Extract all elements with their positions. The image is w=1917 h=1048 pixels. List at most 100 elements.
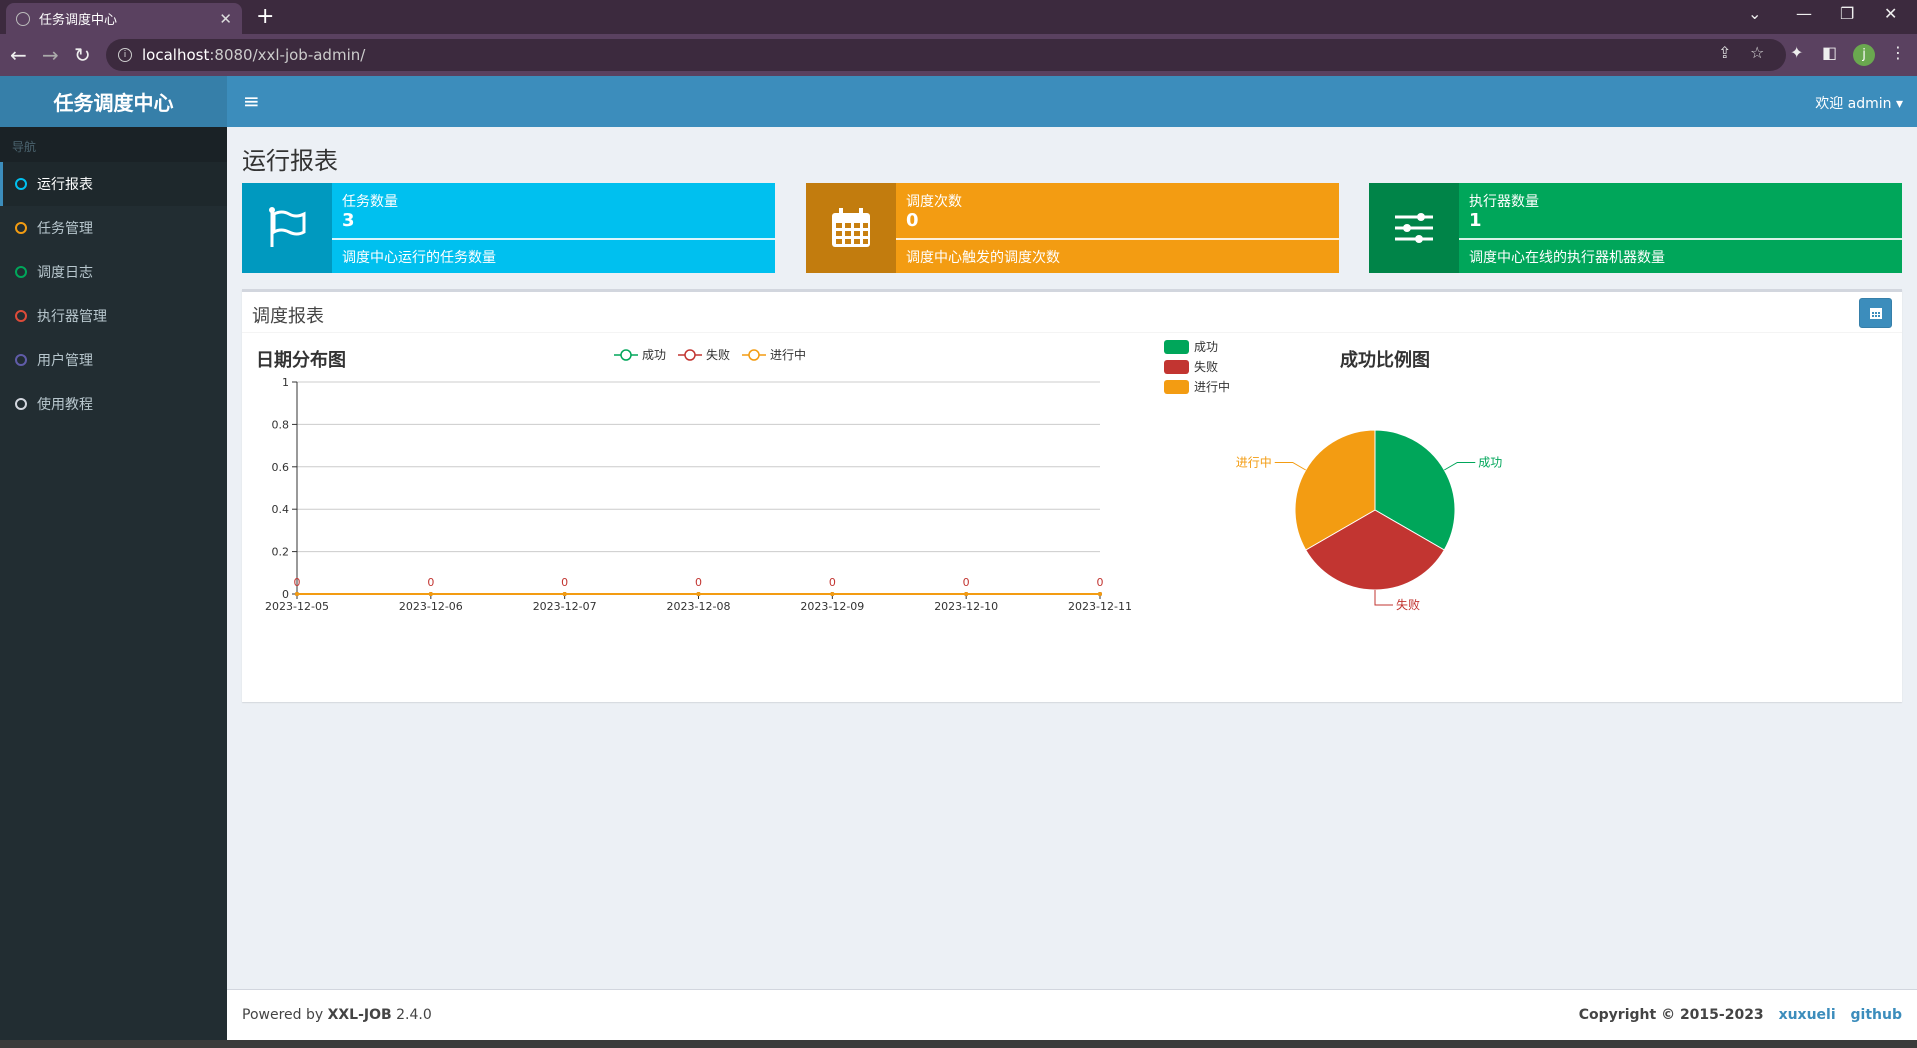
line-chart: 0 0.2 0.4 0.6 0.8 1 2023-12-05 2023-12-06 2023-1… (265, 376, 1132, 613)
browser-menu-icon[interactable]: ⋮ (1890, 43, 1906, 62)
legend-item-fail[interactable]: 失败 (678, 346, 730, 363)
author-link[interactable]: xuxueli (1779, 1007, 1836, 1023)
pie-label-line (1274, 462, 1306, 471)
legend-item-running[interactable]: 进行中 (742, 346, 806, 363)
legend-item-success[interactable]: 成功 (614, 346, 666, 363)
line-chart-title: 日期分布图 (256, 350, 346, 371)
data-label: 0 (1097, 576, 1104, 589)
data-label: 0 (427, 576, 434, 589)
os-taskbar (0, 1040, 1917, 1048)
data-point (562, 592, 567, 596)
site-info-icon[interactable]: i (118, 48, 132, 62)
legend-item-success[interactable]: 成功 (1164, 338, 1218, 355)
legend-label: 成功 (1194, 340, 1219, 354)
sidebar-item-run-report[interactable]: 运行报表 (0, 162, 227, 206)
address-bar[interactable]: i localhost:8080/xxl-job-admin/ (106, 39, 1786, 71)
calendar-icon (806, 183, 896, 273)
legend-item-running[interactable]: 进行中 (1164, 378, 1230, 395)
profile-avatar[interactable]: j (1853, 44, 1875, 66)
version: 2.4.0 (391, 1007, 432, 1023)
browser-tabbar: 任务调度中心 ✕ + ⌄ — ❐ ✕ (0, 0, 1917, 34)
powered-name: XXL-JOB (327, 1007, 392, 1023)
sidebar-item-label: 任务管理 (37, 221, 93, 237)
footer-copyright: Copyright © 2015-2023 xuxueli github (1579, 1007, 1902, 1023)
back-icon[interactable]: ← (10, 43, 27, 67)
sidebar-item-job-manage[interactable]: 任务管理 (0, 206, 227, 250)
legend-item-fail[interactable]: 失败 (1164, 358, 1218, 375)
tab-title: 任务调度中心 (39, 13, 118, 28)
close-window-icon[interactable]: ✕ (1884, 4, 1897, 23)
data-point (295, 592, 299, 596)
extensions-icon[interactable]: ✦ (1790, 43, 1803, 62)
divider (242, 332, 1902, 333)
pie-label: 成功 (1478, 456, 1502, 470)
legend-label: 进行中 (770, 348, 807, 362)
info-box-executor-count: 执行器数量 1 调度中心在线的执行器机器数量 (1369, 183, 1902, 273)
y-tick-label: 0.8 (272, 418, 290, 431)
sidebar-item-label: 执行器管理 (37, 309, 107, 325)
github-link[interactable]: github (1851, 1007, 1902, 1023)
pie-label-line (1374, 590, 1393, 606)
y-tick-label: 0.4 (272, 503, 290, 516)
data-point (696, 592, 701, 596)
data-label: 0 (561, 576, 568, 589)
url-host: localhost (142, 46, 210, 64)
data-label: 0 (695, 576, 702, 589)
browser-toolbar: ← → ↻ i localhost:8080/xxl-job-admin/ ⇪ … (0, 34, 1917, 76)
legend-label: 成功 (642, 348, 667, 362)
reload-icon[interactable]: ↻ (74, 43, 91, 67)
progress-bar (896, 238, 1339, 240)
info-box-trigger-count: 调度次数 0 调度中心触发的调度次数 (806, 183, 1339, 273)
user-menu[interactable]: 欢迎 admin ▾ (1815, 93, 1903, 113)
top-navbar: ≡ 欢迎 admin ▾ (227, 76, 1917, 127)
app-logo[interactable]: 任务调度中心 (0, 76, 227, 127)
new-tab-icon[interactable]: + (256, 4, 274, 29)
sidebar-toggle-icon[interactable]: ≡ (243, 89, 260, 113)
flag-icon (242, 183, 332, 273)
bookmark-star-icon[interactable]: ☆ (1750, 43, 1764, 62)
x-tick-label: 2023-12-11 (1068, 600, 1132, 613)
data-label: 0 (829, 576, 836, 589)
data-point (964, 592, 969, 596)
main-content: 运行报表 任务数量 3 调度中心运行的任务数量 调度次数 0 调度中心触发的调度… (227, 127, 1917, 989)
circle-icon (15, 354, 27, 366)
sidebar-item-executor-manage[interactable]: 执行器管理 (0, 294, 227, 338)
x-tick-label: 2023-12-07 (533, 600, 597, 613)
share-icon[interactable]: ⇪ (1718, 43, 1731, 62)
restore-icon[interactable]: ❐ (1840, 4, 1854, 23)
minimize-icon[interactable]: — (1796, 4, 1812, 23)
side-panel-icon[interactable]: ◧ (1822, 43, 1837, 62)
circle-icon (15, 398, 27, 410)
forward-icon[interactable]: → (42, 43, 59, 67)
sidebar-item-user-manage[interactable]: 用户管理 (0, 338, 227, 382)
legend-label: 失败 (1194, 360, 1219, 374)
x-tick-label: 2023-12-08 (667, 600, 731, 613)
sidebar-item-label: 用户管理 (37, 353, 93, 369)
sidebar-item-label: 运行报表 (37, 177, 93, 193)
info-box-value: 0 (906, 210, 919, 231)
close-tab-icon[interactable]: ✕ (219, 10, 232, 28)
sidebar: 导航 运行报表 任务管理 调度日志 执行器管理 用户管理 使用教程 (0, 127, 227, 1048)
tab-search-icon[interactable]: ⌄ (1748, 4, 1761, 23)
pie-chart: 成功失败 进行中 (1236, 429, 1502, 612)
x-tick-label: 2023-12-09 (800, 600, 864, 613)
circle-icon (15, 178, 27, 190)
legend-swatch (1164, 359, 1189, 374)
data-point (428, 592, 433, 596)
progress-bar (332, 238, 775, 240)
y-tick-label: 1 (282, 376, 289, 389)
pie-chart-title: 成功比例图 (1340, 350, 1430, 371)
info-box-desc: 调度中心在线的执行器机器数量 (1469, 250, 1665, 266)
footer: Powered by XXL-JOB 2.4.0 Copyright © 201… (227, 989, 1917, 1040)
x-tick-label: 2023-12-06 (399, 600, 463, 613)
legend-swatch (1164, 339, 1189, 354)
sidebar-item-schedule-log[interactable]: 调度日志 (0, 250, 227, 294)
info-box-title: 任务数量 (342, 194, 398, 210)
browser-tab[interactable]: 任务调度中心 ✕ (6, 3, 242, 34)
sidebar-item-help[interactable]: 使用教程 (0, 382, 227, 426)
date-filter-button[interactable] (1859, 298, 1892, 328)
info-box-desc: 调度中心触发的调度次数 (906, 250, 1060, 266)
copyright-text: Copyright © 2015-2023 (1578, 1007, 1764, 1023)
url-path: :8080/xxl-job-admin/ (209, 46, 366, 64)
calendar-icon (1869, 308, 1882, 319)
